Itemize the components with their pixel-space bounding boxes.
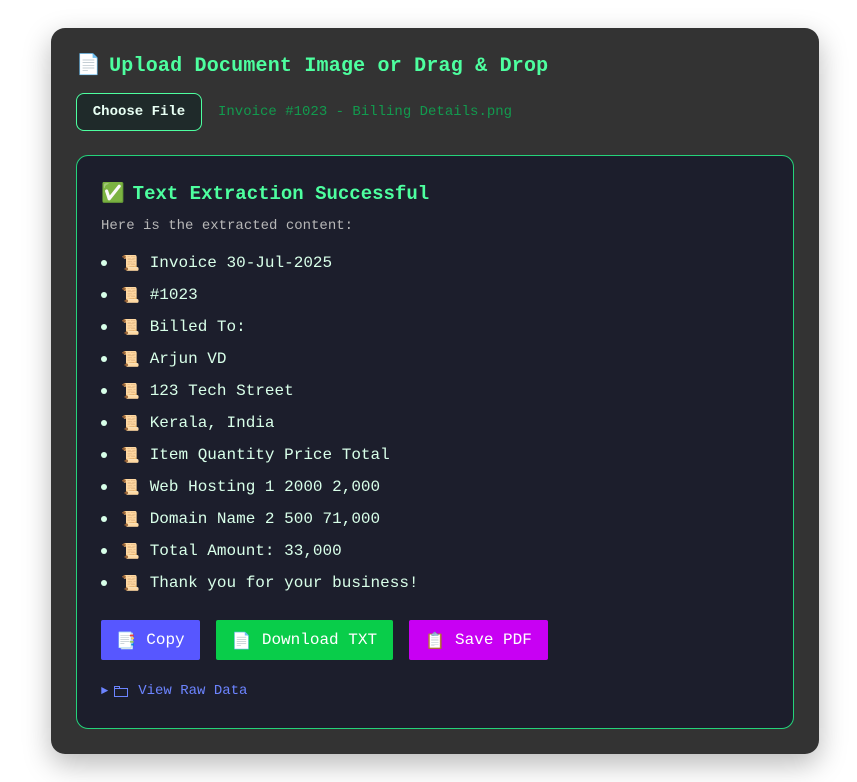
- result-title: ✅ Text Extraction Successful: [101, 181, 429, 205]
- scroll-icon: 📜: [121, 382, 140, 400]
- bullet-icon: [101, 420, 107, 426]
- bullet-icon: [101, 260, 107, 266]
- disclosure-triangle-icon: ►: [101, 684, 109, 698]
- bullet-icon: [101, 388, 107, 394]
- extracted-line-text: Arjun VD: [149, 350, 227, 368]
- selected-file-name: Invoice #1023 - Billing Details.png: [218, 104, 513, 120]
- scroll-icon: 📜: [121, 478, 140, 496]
- scroll-icon: 📜: [121, 350, 140, 368]
- extracted-line-text: Thank you for your business!: [149, 574, 419, 592]
- scroll-icon: 📜: [121, 254, 140, 272]
- save-pdf-button-label: Save PDF: [455, 631, 532, 649]
- copy-button-label: Copy: [146, 631, 185, 649]
- clipboard-icon: 📋: [425, 630, 446, 650]
- scroll-icon: 📜: [121, 510, 140, 528]
- extracted-line: 📜 #1023: [101, 279, 419, 311]
- extracted-line-text: #1023: [149, 286, 198, 304]
- extraction-panel: 📄 Upload Document Image or Drag & Drop Ch…: [51, 28, 819, 754]
- extracted-line: 📜 Invoice 30-Jul-2025: [101, 247, 419, 279]
- document-icon: 📄: [231, 630, 252, 650]
- bullet-icon: [101, 324, 107, 330]
- extracted-line: 📜 Arjun VD: [101, 343, 419, 375]
- extracted-lines-list: 📜 Invoice 30-Jul-2025 📜 #1023 📜 Billed To: …: [101, 247, 419, 599]
- scroll-icon: 📜: [121, 542, 140, 560]
- extracted-line-text: Invoice 30-Jul-2025: [149, 254, 333, 272]
- bullet-icon: [101, 452, 107, 458]
- upload-title: 📄 Upload Document Image or Drag & Drop: [76, 52, 548, 78]
- extracted-line-text: Total Amount: 33,000: [149, 542, 342, 560]
- document-icon: 📄: [76, 52, 102, 76]
- folder-icon: [114, 685, 129, 697]
- bullet-icon: [101, 484, 107, 490]
- copy-button[interactable]: 📑 Copy: [101, 620, 200, 660]
- extraction-result-box: ✅ Text Extraction Successful Here is the …: [76, 155, 794, 729]
- extracted-line: 📜 Total Amount: 33,000: [101, 535, 419, 567]
- scroll-icon: 📜: [121, 414, 140, 432]
- download-button-label: Download TXT: [261, 631, 378, 649]
- extracted-line: 📜 Billed To:: [101, 311, 419, 343]
- result-title-text: Text Extraction Successful: [132, 183, 430, 205]
- view-raw-data-label: View Raw Data: [138, 683, 248, 699]
- extracted-line-text: Kerala, India: [149, 414, 275, 432]
- extracted-line: 📜 Thank you for your business!: [101, 567, 419, 599]
- scroll-icon: 📜: [121, 318, 140, 336]
- bullet-icon: [101, 516, 107, 522]
- save-pdf-button[interactable]: 📋 Save PDF: [409, 620, 548, 660]
- extracted-line-text: Web Hosting 1 2000 2,000: [149, 478, 381, 496]
- check-mark-icon: ✅: [101, 182, 125, 204]
- action-buttons: 📑 Copy 📄 Download TXT 📋 Save PDF: [101, 620, 548, 660]
- upload-title-text: Upload Document Image or Drag & Drop: [109, 55, 549, 78]
- view-raw-data-toggle[interactable]: ► View Raw Data: [101, 683, 247, 699]
- extracted-line-text: Domain Name 2 500 71,000: [149, 510, 381, 528]
- bullet-icon: [101, 580, 107, 586]
- result-subtitle: Here is the extracted content:: [101, 218, 354, 234]
- extracted-line-text: Billed To:: [149, 318, 246, 336]
- choose-file-button[interactable]: Choose File: [76, 93, 202, 131]
- extracted-line: 📜 123 Tech Street: [101, 375, 419, 407]
- scroll-icon: 📜: [121, 286, 140, 304]
- bookmark-tabs-icon: 📑: [116, 630, 137, 650]
- scroll-icon: 📜: [121, 446, 140, 464]
- bullet-icon: [101, 292, 107, 298]
- extracted-line: 📜 Web Hosting 1 2000 2,000: [101, 471, 419, 503]
- bullet-icon: [101, 356, 107, 362]
- extracted-line: 📜 Item Quantity Price Total: [101, 439, 419, 471]
- scroll-icon: 📜: [121, 574, 140, 592]
- extracted-line: 📜 Kerala, India: [101, 407, 419, 439]
- extracted-line-text: Item Quantity Price Total: [149, 446, 390, 464]
- file-input-row: Choose File Invoice #1023 - Billing Deta…: [76, 93, 512, 131]
- extracted-line: 📜 Domain Name 2 500 71,000: [101, 503, 419, 535]
- extracted-line-text: 123 Tech Street: [149, 382, 294, 400]
- bullet-icon: [101, 548, 107, 554]
- download-txt-button[interactable]: 📄 Download TXT: [216, 620, 393, 660]
